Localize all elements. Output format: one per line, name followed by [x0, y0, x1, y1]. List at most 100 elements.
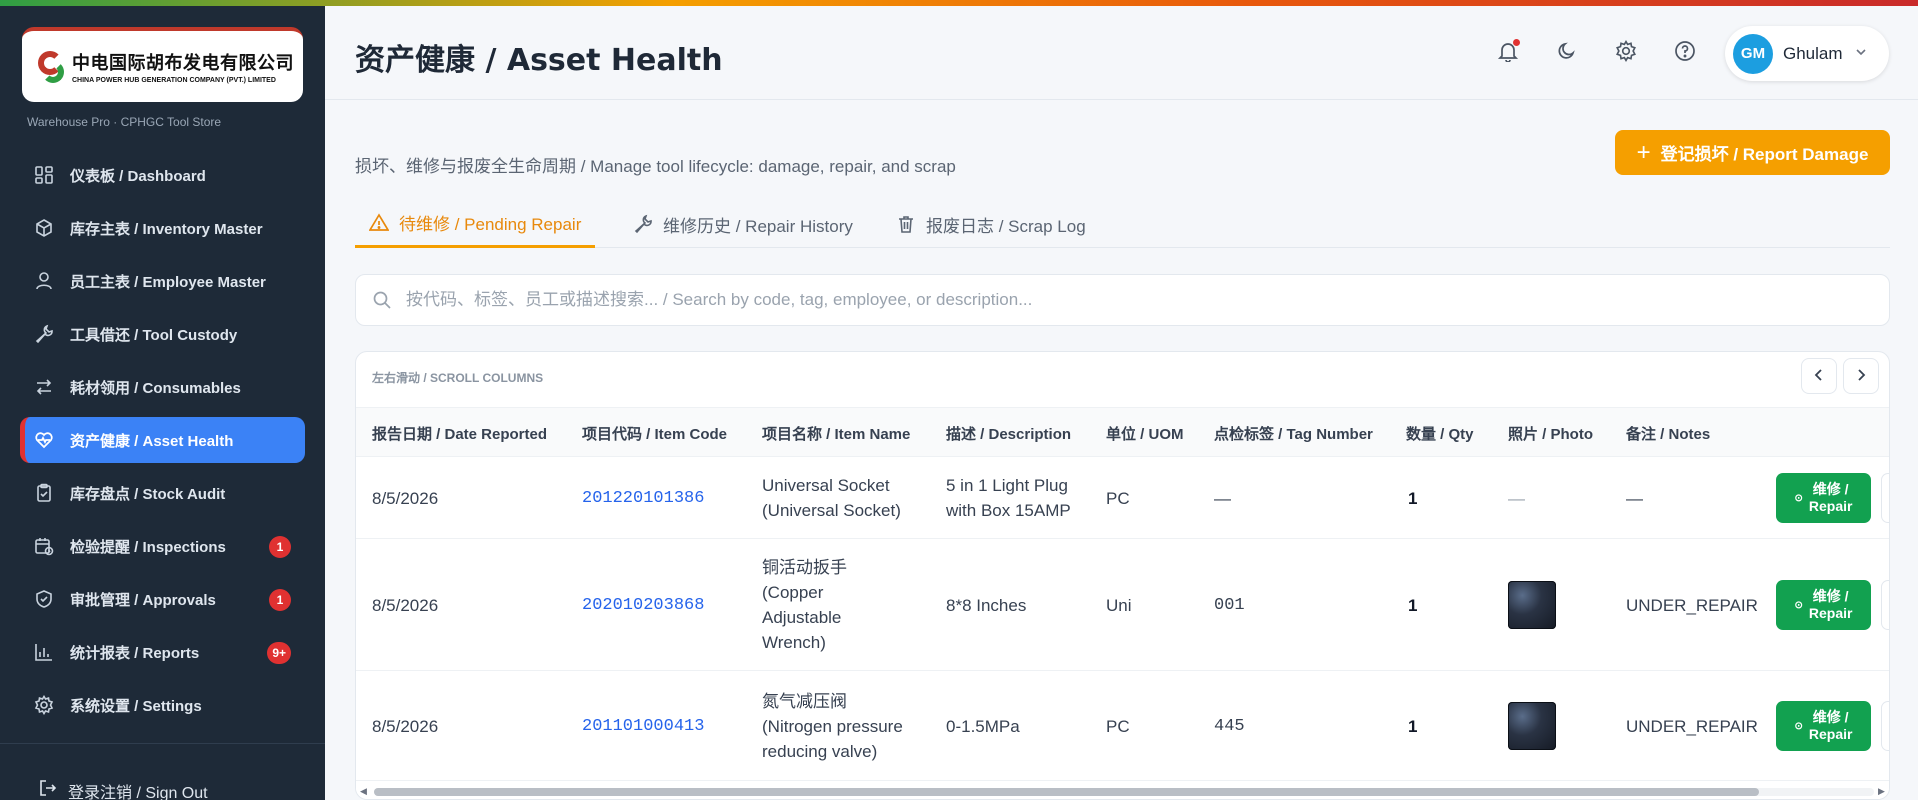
scroll-right-button[interactable] — [1843, 358, 1879, 394]
item-code-link[interactable]: 201101000413 — [582, 671, 704, 781]
brand-name-en: CHINA POWER HUB GENERATION COMPANY (PVT.… — [72, 77, 276, 84]
scroll-right-arrow-icon[interactable]: ▶ — [1878, 786, 1885, 797]
wrench-icon — [633, 214, 653, 234]
brand-logo[interactable]: 中电国际胡布发电有限公司 CHINA POWER HUB GENERATION … — [22, 27, 303, 102]
gear-icon — [34, 695, 54, 715]
more-action-button[interactable] — [1881, 580, 1889, 630]
sidebar-item-reports[interactable]: 统计报表 / Reports 9+ — [20, 629, 305, 675]
photo-cell — [1508, 671, 1556, 781]
theme-toggle-button[interactable] — [1554, 40, 1580, 66]
quantity: 1 — [1408, 488, 1418, 508]
sign-out-icon — [38, 778, 58, 800]
notification-badge: 1 — [269, 536, 291, 558]
table-row[interactable]: 8/5/2026 201101000413 氮气减压阀 (Nitrogen pr… — [356, 671, 1889, 781]
repair-button[interactable]: ⊙ 维修 / Repair — [1776, 580, 1871, 630]
sidebar-item-approvals[interactable]: 审批管理 / Approvals 1 — [20, 576, 305, 622]
brand-name-cn: 中电国际胡布发电有限公司 — [72, 53, 294, 74]
table-row[interactable]: 8/5/2026 201220101386 Universal Socket (U… — [356, 457, 1889, 539]
tab-repair-history[interactable]: 维修历史 / Repair History — [619, 200, 867, 248]
column-header[interactable]: 照片 / Photo — [1508, 408, 1593, 458]
more-action-button[interactable] — [1881, 473, 1889, 523]
column-header[interactable]: 描述 / Description — [946, 408, 1071, 458]
top-accent-stripe — [0, 0, 1918, 6]
store-subtitle: Warehouse Pro · CPHGC Tool Store — [27, 115, 222, 129]
repair-button[interactable]: ⊙ 维修 / Repair — [1776, 473, 1871, 523]
sidebar-item-stock-audit[interactable]: 库存盘点 / Stock Audit — [20, 470, 305, 516]
calendar-clock-icon — [34, 536, 54, 556]
sidebar-item-dashboard[interactable]: 仪表板 / Dashboard — [20, 152, 305, 198]
search-bar — [355, 274, 1890, 326]
item-name-line: reducing valve) — [762, 741, 878, 761]
moon-icon — [1556, 40, 1578, 67]
column-header[interactable]: 报告日期 / Date Reported — [372, 408, 547, 458]
column-header[interactable]: 备注 / Notes — [1626, 408, 1710, 458]
repair-label: 维修 / — [1812, 709, 1849, 725]
item-name: Universal Socket (Universal Socket) — [762, 457, 937, 539]
chevron-right-icon — [1855, 365, 1867, 388]
unread-dot — [1513, 39, 1520, 46]
sign-out-button[interactable]: 登录注销 / Sign Out — [38, 778, 208, 800]
help-button[interactable] — [1672, 40, 1698, 66]
item-code-link[interactable]: 201220101386 — [582, 457, 704, 539]
settings-button[interactable] — [1613, 39, 1639, 66]
user-icon — [34, 271, 54, 291]
notes: UNDER_REPAIR — [1626, 716, 1758, 736]
sidebar-item-inventory-master[interactable]: 库存主表 / Inventory Master — [20, 205, 305, 251]
check-circle-icon: ⊙ — [1794, 492, 1803, 504]
item-code-link[interactable]: 202010203868 — [582, 539, 704, 671]
column-header[interactable]: 数量 / Qty — [1406, 408, 1474, 458]
help-circle-icon — [1674, 40, 1696, 67]
tab-label: 报废日志 / Scrap Log — [926, 216, 1086, 236]
tab-label: 待维修 / Pending Repair — [399, 215, 582, 234]
user-menu[interactable]: GM Ghulam — [1725, 26, 1889, 81]
scrollbar-thumb[interactable] — [374, 788, 1759, 796]
sidebar-item-label: 检验提醒 / Inspections — [70, 538, 226, 556]
wrench-icon — [34, 324, 54, 344]
sidebar-item-label: 统计报表 / Reports — [70, 644, 200, 662]
repair-label: Repair — [1808, 498, 1853, 514]
date-reported: 8/5/2026 — [372, 488, 439, 508]
sidebar-item-label: 工具借还 / Tool Custody — [70, 326, 238, 344]
page-subtitle: 损坏、维修与报废全生命周期 / Manage tool lifecycle: d… — [355, 157, 956, 176]
search-input[interactable] — [406, 290, 1806, 310]
scroll-left-arrow-icon[interactable]: ◀ — [360, 786, 367, 797]
sidebar-item-employee-master[interactable]: 员工主表 / Employee Master — [20, 258, 305, 304]
description: 0-1.5MPa — [946, 716, 1020, 736]
table-row[interactable]: 8/5/2026 202010203868 铜活动扳手 (Copper Adju… — [356, 539, 1889, 671]
quantity: 1 — [1408, 595, 1418, 615]
heart-pulse-icon — [34, 430, 54, 450]
description: 8*8 Inches — [946, 595, 1027, 615]
item-name-line: Adjustable — [762, 608, 842, 627]
notifications-button[interactable] — [1495, 39, 1521, 66]
sidebar-nav: 仪表板 / Dashboard 库存主表 / Inventory Master … — [0, 152, 325, 735]
tab-scrap-log[interactable]: 报废日志 / Scrap Log — [882, 200, 1100, 248]
item-name-line: (Nitrogen pressure — [762, 716, 903, 736]
column-header[interactable]: 点检标签 / Tag Number — [1214, 408, 1373, 458]
sidebar-item-settings[interactable]: 系统设置 / Settings — [20, 682, 305, 728]
sidebar-item-tool-custody[interactable]: 工具借还 / Tool Custody — [20, 311, 305, 357]
horizontal-scrollbar[interactable]: ◀ ▶ — [356, 781, 1889, 799]
scroll-left-button[interactable] — [1801, 358, 1837, 394]
sidebar-item-inspections[interactable]: 检验提醒 / Inspections 1 — [20, 523, 305, 569]
sidebar-item-consumables[interactable]: 耗材领用 / Consumables — [20, 364, 305, 410]
more-action-button[interactable] — [1881, 701, 1889, 751]
tab-label: 维修历史 / Repair History — [663, 216, 853, 236]
tag-number: 001 — [1214, 595, 1245, 615]
sidebar-item-asset-health[interactable]: 资产健康 / Asset Health — [20, 417, 305, 463]
item-name-line: Universal Socket — [762, 476, 890, 495]
column-header[interactable]: 单位 / UOM — [1106, 408, 1184, 458]
column-header[interactable]: 项目代码 / Item Code — [582, 408, 727, 458]
photo-thumbnail[interactable] — [1508, 581, 1556, 629]
photo-thumbnail[interactable] — [1508, 702, 1556, 750]
sidebar-divider — [0, 743, 325, 744]
bar-chart-icon — [34, 642, 54, 662]
repair-button[interactable]: ⊙ 维修 / Repair — [1776, 701, 1871, 751]
clipboard-check-icon — [34, 483, 54, 503]
column-header[interactable]: 项目名称 / Item Name — [762, 408, 910, 458]
report-damage-button[interactable]: + 登记损坏 / Report Damage — [1615, 130, 1890, 175]
tab-bar: 待维修 / Pending Repair 维修历史 / Repair Histo… — [355, 200, 1890, 248]
tab-pending-repair[interactable]: 待维修 / Pending Repair — [355, 200, 596, 248]
search-icon — [372, 290, 392, 310]
notification-badge: 9+ — [267, 642, 291, 664]
grid-icon — [34, 165, 54, 185]
